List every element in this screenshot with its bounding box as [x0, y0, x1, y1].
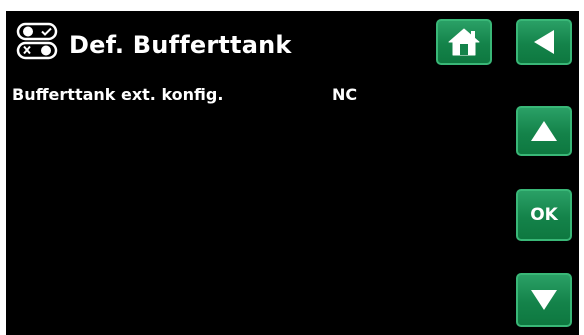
parameter-value[interactable]: NC — [332, 85, 357, 104]
down-arrow-icon — [528, 287, 560, 313]
home-icon — [446, 26, 482, 58]
display-screen: Def. Bufferttank Bufferttank ext. konfig… — [6, 11, 579, 335]
toggle-switches-icon — [15, 21, 61, 61]
back-arrow-icon — [529, 27, 559, 57]
up-button[interactable] — [516, 106, 572, 156]
down-button[interactable] — [516, 273, 572, 327]
back-button[interactable] — [516, 19, 572, 65]
parameter-label: Bufferttank ext. konfig. — [12, 85, 224, 104]
up-arrow-icon — [528, 118, 560, 144]
ok-label: OK — [530, 205, 558, 225]
home-button[interactable] — [436, 19, 492, 65]
ok-button[interactable]: OK — [516, 189, 572, 241]
page-title: Def. Bufferttank — [69, 31, 292, 59]
